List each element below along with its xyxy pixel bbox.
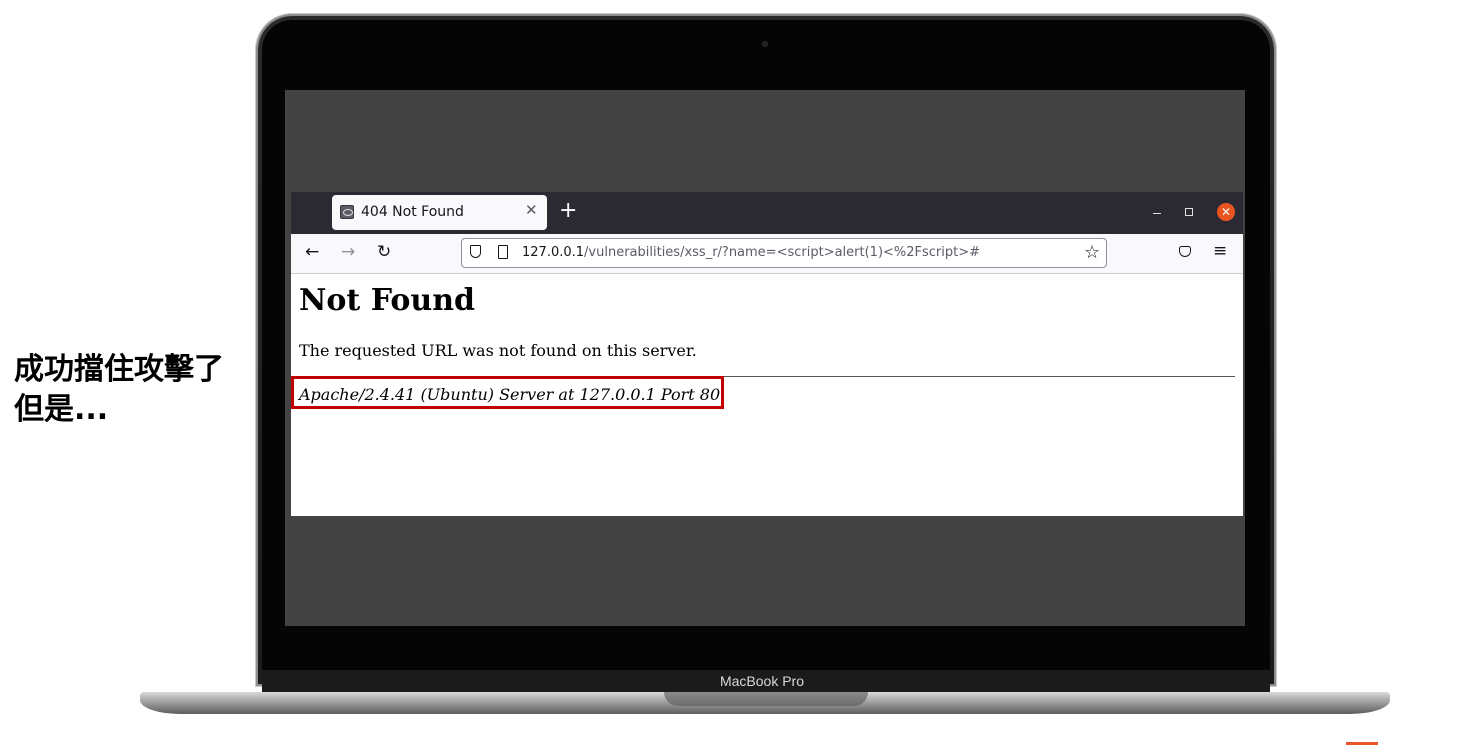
browser-window: 404 Not Found ✕ + ✕ ← → ↻ 127.0.0.1/vuln… (291, 192, 1243, 516)
laptop-base-notch (664, 692, 868, 706)
caption-line-1: 成功擋住攻擊了 (14, 352, 224, 387)
url-bar[interactable]: 127.0.0.1/vulnerabilities/xss_r/?name=<s… (461, 238, 1107, 268)
bookmark-star-icon[interactable]: ☆ (1084, 242, 1100, 263)
url-path: /vulnerabilities/xss_r/?name=<script>ale… (584, 245, 981, 260)
url-text[interactable]: 127.0.0.1/vulnerabilities/xss_r/?name=<s… (522, 245, 980, 260)
forward-arrow-icon[interactable]: → (341, 242, 355, 262)
error-message: The requested URL was not found on this … (299, 341, 697, 360)
page-icon[interactable] (498, 245, 508, 259)
caption-line-2: 但是... (14, 392, 109, 427)
tab-bar: 404 Not Found ✕ + ✕ (291, 192, 1243, 234)
pocket-icon[interactable] (1179, 246, 1191, 257)
reload-icon[interactable]: ↻ (377, 242, 391, 262)
back-arrow-icon[interactable]: ← (305, 242, 319, 262)
tab-404-not-found[interactable]: 404 Not Found ✕ (332, 195, 547, 230)
url-host: 127.0.0.1 (522, 245, 585, 260)
new-tab-button[interactable]: + (559, 198, 577, 224)
device-label: MacBook Pro (719, 673, 805, 689)
shield-icon[interactable] (470, 245, 481, 258)
window-close-button[interactable]: ✕ (1217, 203, 1235, 221)
minimize-icon[interactable] (1153, 206, 1161, 214)
highlight-box (291, 376, 724, 409)
slide-caption: 成功擋住攻擊了 但是... (14, 350, 224, 430)
page-heading: Not Found (299, 283, 476, 318)
tab-title: 404 Not Found (361, 204, 464, 220)
page-favicon-icon (340, 205, 354, 219)
navigation-toolbar: ← → ↻ 127.0.0.1/vulnerabilities/xss_r/?n… (291, 234, 1243, 274)
hamburger-menu-icon[interactable]: ≡ (1213, 241, 1227, 261)
maximize-icon[interactable] (1185, 208, 1193, 216)
camera-icon (762, 41, 768, 47)
close-icon[interactable]: ✕ (525, 201, 538, 219)
